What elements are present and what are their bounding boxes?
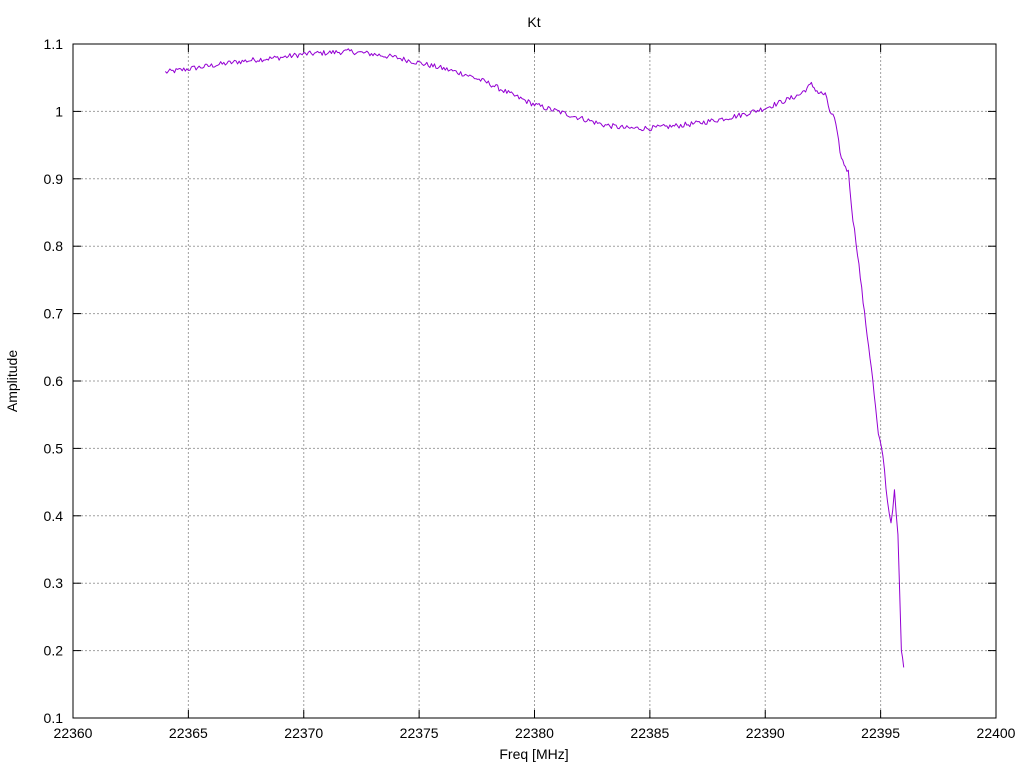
x-tick-label: 22365: [169, 725, 208, 741]
y-tick-label: 1: [55, 103, 63, 119]
y-tick-label: 0.6: [44, 373, 64, 389]
y-tick-label: 0.8: [44, 238, 64, 254]
y-tick-label: 0.1: [44, 710, 64, 726]
line-chart: 22360 22365 22370 22375 22380 22385 22390 22395…: [4, 14, 1016, 762]
x-axis-label: Freq [MHz]: [499, 746, 568, 762]
y-tick-label: 0.5: [44, 440, 64, 456]
x-tick-label: 22390: [746, 725, 785, 741]
x-tick-label: 22360: [54, 725, 93, 741]
x-tick-label: 22375: [400, 725, 439, 741]
y-tick-labels: 0.1 0.2 0.3 0.4 0.5 0.6 0.7 0.8 0.9 1 1.1: [44, 36, 64, 726]
y-tick-label: 0.2: [44, 643, 64, 659]
x-tick-labels: 22360 22365 22370 22375 22380 22385 22390 22395…: [54, 725, 1016, 741]
x-tick-label: 22395: [861, 725, 900, 741]
y-tick-label: 0.3: [44, 575, 64, 591]
chart-title: Kt: [527, 14, 540, 30]
y-tick-label: 0.4: [44, 508, 64, 524]
x-tick-label: 22400: [977, 725, 1016, 741]
y-tick-label: 0.9: [44, 171, 64, 187]
x-tick-label: 22380: [515, 725, 554, 741]
y-axis-label: Amplitude: [4, 350, 20, 412]
x-tick-label: 22385: [630, 725, 669, 741]
y-tick-label: 1.1: [44, 36, 64, 52]
x-tick-label: 22370: [284, 725, 323, 741]
y-tick-label: 0.7: [44, 306, 64, 322]
grid: [73, 44, 996, 718]
